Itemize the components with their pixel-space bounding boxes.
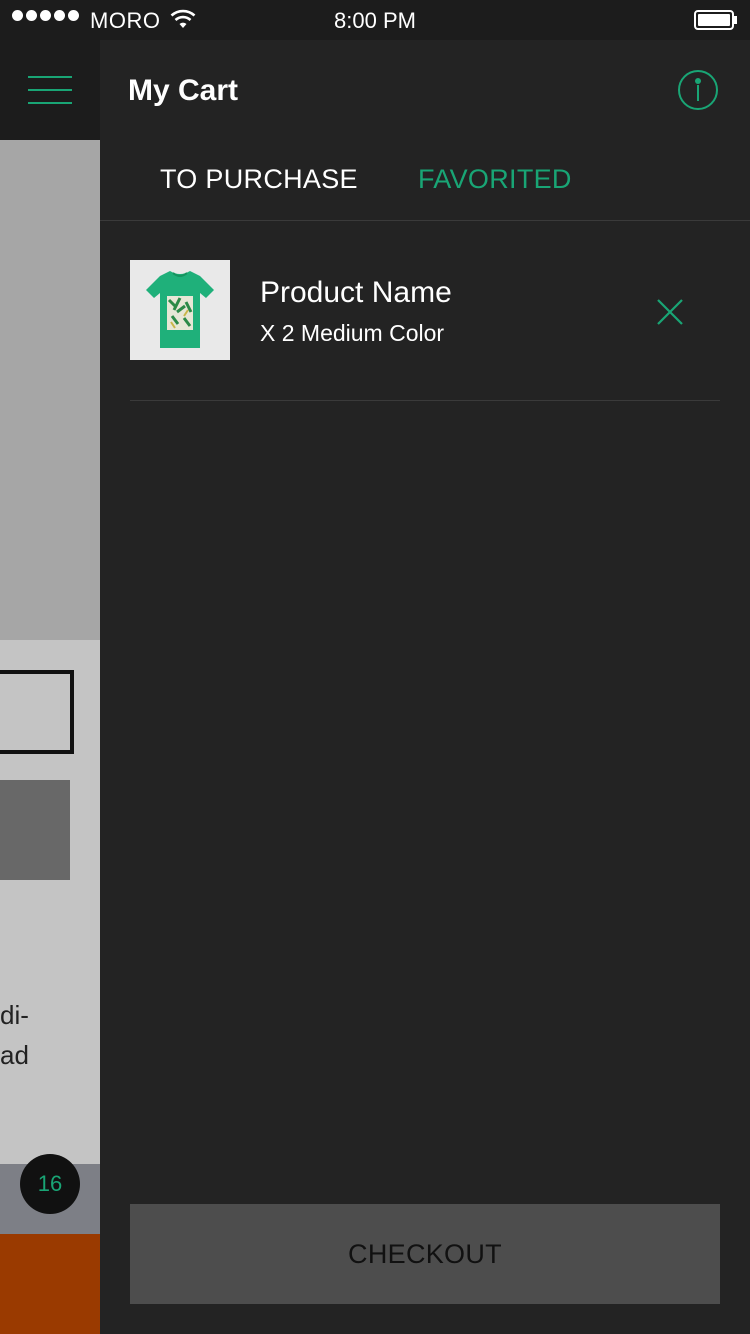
page-title: My Cart bbox=[128, 74, 239, 107]
status-time: 8:00 PM bbox=[334, 8, 416, 33]
product-details: X 2 Medium Color bbox=[260, 320, 445, 346]
close-icon[interactable] bbox=[654, 296, 686, 328]
underlying-page: di- ad 16 bbox=[0, 40, 100, 1334]
cart-panel: My Cart TO PURCHASE FAVORITED Product Na… bbox=[100, 40, 750, 1334]
menu-icon[interactable] bbox=[28, 76, 72, 104]
divider bbox=[130, 400, 720, 401]
product-thumbnail bbox=[130, 260, 230, 360]
underlying-top-bar bbox=[0, 40, 100, 140]
tab-to-purchase[interactable]: TO PURCHASE bbox=[160, 164, 358, 195]
underlying-footer-block bbox=[0, 1234, 100, 1334]
underlying-text: di- ad bbox=[0, 1000, 29, 1070]
divider bbox=[100, 220, 750, 221]
underlying-outline-button bbox=[0, 670, 74, 754]
underlying-hero-image bbox=[0, 140, 100, 640]
product-name: Product Name bbox=[260, 276, 452, 309]
cart-item[interactable]: Product Name X 2 Medium Color bbox=[130, 260, 720, 401]
status-bar: MORO 8:00 PM bbox=[0, 0, 750, 40]
tab-favorited[interactable]: FAVORITED bbox=[418, 164, 572, 195]
info-icon[interactable] bbox=[678, 70, 718, 110]
underlying-content: di- ad bbox=[0, 640, 100, 1234]
underlying-gray-block bbox=[0, 780, 70, 880]
tshirt-icon bbox=[146, 271, 214, 348]
battery-icon bbox=[694, 10, 737, 30]
checkout-button[interactable]: CHECKOUT bbox=[130, 1204, 720, 1304]
count-badge: 16 bbox=[20, 1154, 80, 1214]
